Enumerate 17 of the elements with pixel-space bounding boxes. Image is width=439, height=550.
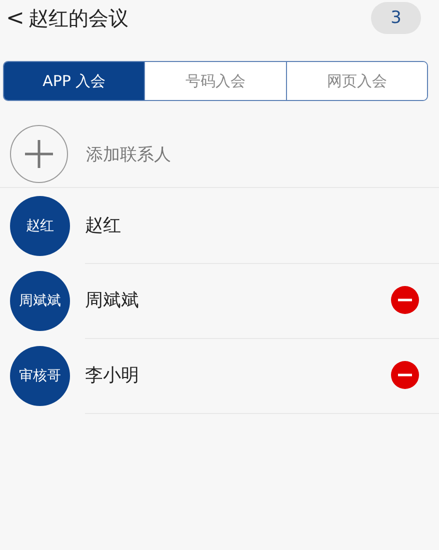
back-button[interactable]: < [4, 6, 26, 30]
remove-icon[interactable] [391, 286, 419, 314]
member-name: 李小明 [85, 364, 139, 387]
tab[interactable]: 网页入会 [286, 62, 427, 100]
add-contact-button[interactable] [10, 125, 68, 183]
member-name: 赵红 [85, 214, 121, 237]
avatar: 周斌斌 [10, 270, 70, 330]
avatar: 审核哥 [10, 346, 70, 406]
member-name: 周斌斌 [85, 289, 139, 312]
avatar: 赵红 [10, 196, 70, 256]
count-badge: 3 [371, 2, 421, 34]
tab[interactable]: 号码入会 [144, 62, 286, 100]
add-contact-label[interactable]: 添加联系人 [86, 142, 171, 166]
remove-icon[interactable] [391, 361, 419, 389]
page-title: 赵红的会议 [28, 4, 128, 32]
tab[interactable]: APP 入会 [4, 62, 144, 100]
plus-icon [24, 139, 54, 169]
